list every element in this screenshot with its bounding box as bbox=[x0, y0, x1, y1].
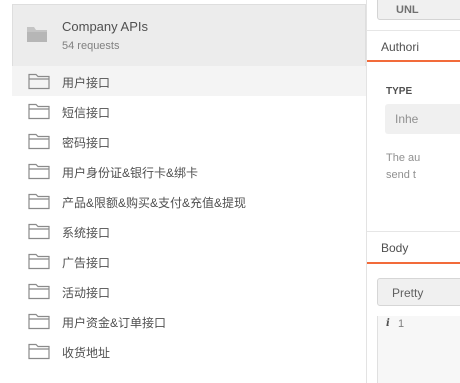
folder-list: 用户接口 短信接口 密码接口 用户身份证&银行卡&绑卡 产品&限额&购买&支付&… bbox=[12, 66, 366, 366]
folder-icon bbox=[28, 192, 50, 210]
collection-title: Company APIs bbox=[62, 19, 148, 34]
auth-description: The au send t bbox=[386, 150, 420, 184]
pretty-format-button[interactable]: Pretty bbox=[377, 278, 460, 306]
folder-item[interactable]: 产品&限额&购买&支付&充值&提现 bbox=[12, 186, 366, 216]
folder-item[interactable]: 用户资金&订单接口 bbox=[12, 306, 366, 336]
folder-label: 用户接口 bbox=[62, 76, 111, 90]
folder-label: 活动接口 bbox=[62, 286, 111, 300]
folder-item[interactable]: 系统接口 bbox=[12, 216, 366, 246]
folder-label: 系统接口 bbox=[62, 226, 111, 240]
folder-item[interactable]: 收货地址 bbox=[12, 336, 366, 366]
folder-icon bbox=[28, 282, 50, 300]
folder-item[interactable]: 密码接口 bbox=[12, 126, 366, 156]
collection-header[interactable]: Company APIs 54 requests bbox=[12, 4, 366, 68]
active-tab-indicator bbox=[367, 60, 460, 62]
tab-authorization[interactable]: Authori bbox=[381, 40, 419, 54]
folder-label: 产品&限额&购买&支付&充值&提现 bbox=[62, 196, 247, 210]
line-number: 1 bbox=[398, 318, 405, 330]
folder-icon bbox=[28, 132, 50, 150]
folder-item[interactable]: 短信接口 bbox=[12, 96, 366, 126]
folder-label: 密码接口 bbox=[62, 136, 111, 150]
folder-label: 用户资金&订单接口 bbox=[62, 316, 167, 330]
folder-icon bbox=[28, 222, 50, 240]
active-tab-indicator bbox=[367, 262, 460, 264]
tab-body[interactable]: Body bbox=[381, 241, 408, 255]
divider bbox=[367, 30, 460, 31]
divider bbox=[367, 231, 460, 232]
folder-label: 广告接口 bbox=[62, 256, 111, 270]
folder-icon bbox=[28, 162, 50, 180]
folder-item[interactable]: 用户接口 bbox=[12, 66, 366, 96]
folder-icon bbox=[28, 312, 50, 330]
folder-icon bbox=[28, 102, 50, 120]
collection-request-count: 54 requests bbox=[62, 40, 120, 52]
undo-button[interactable]: UNL bbox=[377, 0, 460, 20]
folder-item[interactable]: 活动接口 bbox=[12, 276, 366, 306]
auth-type-select[interactable]: Inhe bbox=[385, 104, 460, 134]
folder-label: 收货地址 bbox=[62, 346, 111, 360]
folder-label: 用户身份证&银行卡&绑卡 bbox=[62, 166, 199, 180]
auth-description-line: send t bbox=[386, 169, 416, 181]
request-panel: UNL Authori TYPE Inhe The au send t Body… bbox=[367, 0, 460, 383]
response-editor[interactable]: i 1 bbox=[377, 316, 460, 383]
info-icon: i bbox=[386, 318, 390, 329]
collection-folder-icon bbox=[27, 27, 47, 43]
folder-icon bbox=[28, 72, 50, 90]
folder-label: 短信接口 bbox=[62, 106, 111, 120]
folder-icon bbox=[28, 252, 50, 270]
folder-item[interactable]: 广告接口 bbox=[12, 246, 366, 276]
folder-item[interactable]: 用户身份证&银行卡&绑卡 bbox=[12, 156, 366, 186]
folder-icon bbox=[28, 342, 50, 360]
collection-sidebar: Company APIs 54 requests 用户接口 短信接口 密码接口 … bbox=[0, 0, 367, 383]
auth-type-label: TYPE bbox=[386, 86, 413, 97]
auth-description-line: The au bbox=[386, 152, 421, 164]
